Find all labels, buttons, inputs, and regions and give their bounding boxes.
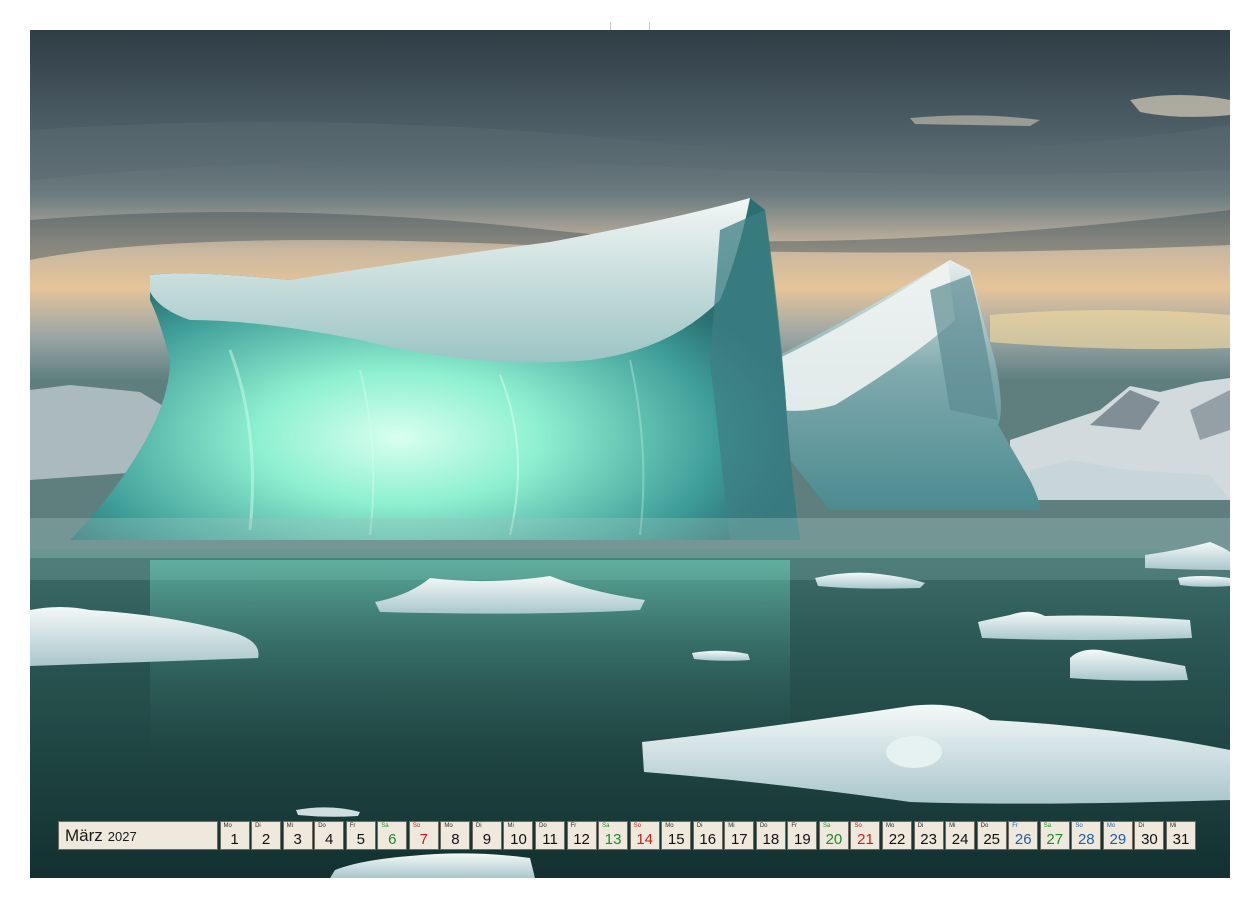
- weekday-label: Di: [475, 823, 482, 829]
- day-cell: Mo 15: [661, 821, 692, 850]
- day-cell: Mo 22: [882, 821, 913, 850]
- day-cell: So 21: [850, 821, 881, 850]
- day-cell: Di 16: [692, 821, 723, 850]
- day-cell: Mo 29: [1102, 821, 1133, 850]
- day-cell: Sa 13: [598, 821, 629, 850]
- calendar-photo: [30, 30, 1230, 878]
- day-number: 18: [762, 831, 780, 848]
- month-label: März 2027: [58, 821, 218, 850]
- day-number: 9: [482, 831, 492, 848]
- day-number: 5: [356, 831, 365, 848]
- day-number: 10: [510, 831, 527, 848]
- day-number: 15: [667, 831, 685, 848]
- weekday-label: Mo: [223, 823, 232, 829]
- day-cell: Do 25: [976, 821, 1007, 850]
- weekday-label: Mi: [286, 823, 293, 829]
- weekday-label: Do: [318, 823, 326, 829]
- day-cell: Sa 27: [1039, 821, 1070, 850]
- weekday-label: Di: [696, 823, 703, 829]
- weekday-label: Di: [255, 823, 261, 829]
- day-number: 23: [920, 831, 937, 848]
- day-number: 20: [825, 831, 843, 848]
- day-number: 22: [888, 831, 906, 848]
- day-number: 27: [1046, 831, 1064, 848]
- day-number: 14: [636, 831, 653, 848]
- day-cell: So 28: [1071, 821, 1102, 850]
- day-cell: Sa 20: [818, 821, 849, 850]
- day-number: 19: [794, 831, 811, 848]
- weekday-label: Fr: [570, 823, 577, 829]
- day-cell: Mi 10: [503, 821, 534, 850]
- day-cell: Di 30: [1134, 821, 1165, 850]
- weekday-label: Di: [917, 823, 924, 829]
- day-cell: Mi 3: [282, 821, 313, 850]
- day-cell: Mi 17: [724, 821, 755, 850]
- day-number: 31: [1172, 831, 1190, 848]
- day-cell: Mi 24: [945, 821, 976, 850]
- weekday-label: Mi: [507, 823, 514, 829]
- weekday-label: Sa: [1043, 823, 1052, 829]
- weekday-label: Di: [1138, 823, 1145, 829]
- day-number: 30: [1141, 831, 1158, 848]
- day-number: 11: [542, 831, 558, 848]
- day-cell: Do 4: [314, 821, 345, 850]
- weekday-label: Fr: [791, 823, 798, 829]
- day-cell: Fr 26: [1008, 821, 1039, 850]
- weekday-label: So: [412, 823, 421, 829]
- weekday-label: So: [1075, 823, 1083, 829]
- day-number: 4: [325, 831, 334, 848]
- day-cell: Mo 1: [219, 821, 250, 850]
- month-name: März: [65, 825, 103, 845]
- day-cell: Di 23: [913, 821, 944, 850]
- day-cell: Fr 19: [787, 821, 818, 850]
- weekday-label: Mi: [1169, 823, 1177, 829]
- weekday-label: Mo: [665, 823, 674, 829]
- weekday-label: Do: [539, 823, 547, 829]
- day-number: 29: [1109, 831, 1127, 848]
- weekday-label: Mo: [444, 823, 453, 829]
- day-number: 17: [730, 831, 748, 848]
- day-number: 3: [293, 831, 302, 848]
- day-number: 12: [573, 831, 590, 848]
- day-cell: Di 9: [471, 821, 502, 850]
- day-cell: Do 11: [535, 821, 566, 850]
- day-cell: Fr 5: [345, 821, 376, 850]
- day-number: 13: [604, 831, 622, 848]
- day-cell: Mi 31: [1165, 821, 1196, 850]
- calendar-strip: März 2027 Mo 1 Di 2 Mi 3 Do 4 Fr 5 Sa 6 So 7 Mo 8 Di 9 Mi 1…: [58, 821, 1196, 850]
- day-number: 26: [1014, 831, 1032, 848]
- day-number: 8: [451, 831, 460, 848]
- day-cell: Di 2: [251, 821, 282, 850]
- day-number: 2: [261, 831, 271, 848]
- month-year: 2027: [107, 829, 137, 844]
- weekday-label: Sa: [381, 823, 389, 829]
- weekday-label: Mi: [728, 823, 735, 829]
- day-number: 25: [983, 831, 1001, 848]
- day-cell: So 14: [629, 821, 660, 850]
- weekday-label: Sa: [602, 823, 610, 829]
- day-cell: Mo 8: [440, 821, 471, 850]
- weekday-label: So: [633, 823, 641, 829]
- weekday-label: Do: [980, 823, 989, 829]
- weekday-label: Sa: [822, 823, 831, 829]
- weekday-label: Mo: [1106, 823, 1116, 829]
- weekday-label: Mo: [886, 823, 895, 829]
- day-number: 7: [419, 831, 428, 848]
- day-number: 6: [388, 831, 397, 848]
- weekday-label: Do: [759, 823, 768, 829]
- day-number: 16: [699, 831, 717, 848]
- day-number: 28: [1077, 831, 1095, 848]
- day-cell: Do 18: [755, 821, 786, 850]
- day-cell: Sa 6: [377, 821, 408, 850]
- day-cell: So 7: [408, 821, 439, 850]
- day-number: 1: [230, 831, 239, 848]
- weekday-label: So: [854, 823, 862, 829]
- day-number: 24: [951, 831, 969, 848]
- day-cell: Fr 12: [566, 821, 597, 850]
- day-number: 21: [857, 831, 874, 848]
- weekday-label: Fr: [349, 823, 356, 829]
- weekday-label: Mi: [949, 823, 956, 829]
- weekday-label: Fr: [1012, 823, 1018, 829]
